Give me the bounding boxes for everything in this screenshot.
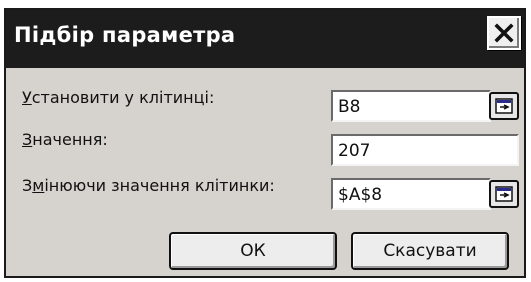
goal-seek-dialog: Підбір параметра Установити у клітинці: …	[4, 8, 526, 278]
range-select-icon	[495, 98, 513, 114]
value-label: Значення:	[22, 130, 108, 149]
changing-cell-label: Змінюючи значення клітинки:	[22, 176, 275, 195]
set-cell-input[interactable]: B8	[331, 90, 491, 122]
close-button[interactable]	[487, 16, 521, 50]
changing-cell-input[interactable]: $A$8	[331, 178, 491, 210]
value-input[interactable]: 207	[331, 134, 519, 166]
set-cell-label-rest: становити у клітинці:	[31, 88, 215, 107]
ok-button[interactable]: ОК	[169, 232, 337, 270]
range-select-icon	[495, 186, 513, 202]
value-label-rest: начення:	[32, 130, 108, 149]
close-icon	[494, 23, 514, 43]
set-cell-label: Установити у клітинці:	[22, 88, 215, 107]
changing-cell-label-rest: інюючи значення клітинки:	[44, 176, 275, 195]
set-cell-range-button[interactable]	[489, 92, 519, 120]
changing-cell-range-button[interactable]	[489, 180, 519, 208]
title-bar: Підбір параметра	[6, 10, 524, 68]
dialog-title: Підбір параметра	[14, 23, 236, 47]
cancel-button[interactable]: Скасувати	[351, 232, 509, 270]
